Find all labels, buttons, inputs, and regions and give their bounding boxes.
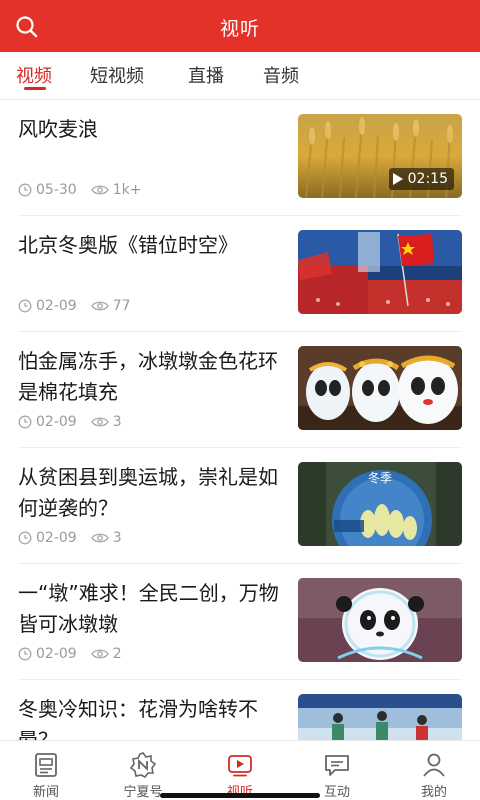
item-meta: 05-30 1k+ xyxy=(18,180,141,200)
nav-news[interactable]: 新闻 xyxy=(6,741,86,800)
item-thumbnail[interactable] xyxy=(298,694,462,740)
item-meta: 02-09 2 xyxy=(18,644,122,664)
nav-label: 我的 xyxy=(420,785,447,800)
item-title: 一“墩”难求！全民二创，万物皆可冰墩墩 xyxy=(18,581,279,636)
clock-icon xyxy=(18,647,32,661)
eye-icon xyxy=(90,185,109,195)
thumb-caption: 冬季 xyxy=(368,470,392,485)
video-list: 风吹麦浪 05-30 1k+ 02:15 北京冬奥版《错位时空》 02-09 7… xyxy=(0,100,480,740)
item-thumbnail[interactable]: 冬季 xyxy=(298,462,462,546)
item-meta: 02-09 3 xyxy=(18,528,122,548)
duration-text: 02:15 xyxy=(407,171,448,187)
item-title: 怕金属冻手，冰墩墩金色花环是棉花填充 xyxy=(18,349,278,404)
item-date: 05-30 xyxy=(36,182,77,198)
item-thumbnail[interactable] xyxy=(298,578,462,662)
item-meta: 02-09 3 xyxy=(18,412,122,432)
eye-icon xyxy=(90,417,109,427)
nav-label: 新闻 xyxy=(32,785,59,800)
item-thumbnail[interactable]: 02:15 xyxy=(298,114,462,198)
chat-bubble-icon xyxy=(323,751,351,779)
list-item[interactable]: 从贫困县到奥运城，崇礼是如何逆袭的？ 02-09 3 冬季 xyxy=(0,448,480,564)
list-item[interactable]: 一“墩”难求！全民二创，万物皆可冰墩墩 02-09 2 xyxy=(0,564,480,680)
item-title: 风吹麦浪 xyxy=(18,117,98,141)
channel-tabs: 视频 短视频 直播 音频 xyxy=(0,52,480,100)
clock-icon xyxy=(18,183,32,197)
nav-ningxia-hao[interactable]: 宁夏号 xyxy=(103,741,183,800)
clock-icon xyxy=(18,531,32,545)
item-date: 02-09 xyxy=(36,646,77,662)
newspaper-icon xyxy=(32,751,60,779)
item-views: 1k+ xyxy=(112,182,142,198)
clock-icon xyxy=(18,299,32,313)
item-title: 冬奥冷知识：花滑为啥转不晕？ xyxy=(18,697,258,740)
nav-interaction[interactable]: 互动 xyxy=(297,741,377,800)
list-item[interactable]: 北京冬奥版《错位时空》 02-09 77 xyxy=(0,216,480,332)
clock-icon xyxy=(18,415,32,429)
list-item[interactable]: 怕金属冻手，冰墩墩金色花环是棉花填充 02-09 3 xyxy=(0,332,480,448)
item-views: 77 xyxy=(112,298,131,314)
tab-live[interactable]: 直播 xyxy=(188,62,224,88)
item-meta: 02-09 77 xyxy=(18,296,131,316)
list-item[interactable]: 风吹麦浪 05-30 1k+ 02:15 xyxy=(0,100,480,216)
eye-icon xyxy=(90,649,109,659)
eye-icon xyxy=(90,301,109,311)
app-header: 视听 xyxy=(0,0,480,52)
video-duration: 02:15 xyxy=(388,168,454,190)
video-play-icon xyxy=(226,751,254,779)
item-views: 3 xyxy=(112,530,122,546)
item-date: 02-09 xyxy=(36,414,77,430)
item-thumbnail[interactable] xyxy=(298,346,462,430)
play-icon xyxy=(392,173,403,185)
item-date: 02-09 xyxy=(36,530,77,546)
item-date: 02-09 xyxy=(36,298,77,314)
eye-icon xyxy=(90,533,109,543)
home-indicator xyxy=(160,793,320,798)
tab-audio[interactable]: 音频 xyxy=(263,62,299,88)
bottom-tab-bar: 新闻 宁夏号 视听 互动 我的 xyxy=(0,740,480,800)
item-title: 从贫困县到奥运城，崇礼是如何逆袭的？ xyxy=(18,465,278,520)
nav-profile[interactable]: 我的 xyxy=(394,741,474,800)
item-views: 2 xyxy=(112,646,122,662)
active-tab-indicator xyxy=(24,87,46,90)
tab-video[interactable]: 视频 xyxy=(16,62,52,88)
page-title: 视听 xyxy=(219,18,260,40)
nav-audiovisual[interactable]: 视听 xyxy=(200,741,280,800)
tab-short-video[interactable]: 短视频 xyxy=(90,62,144,88)
list-item[interactable]: 冬奥冷知识：花滑为啥转不晕？ xyxy=(0,680,480,740)
item-thumbnail[interactable] xyxy=(298,230,462,314)
user-icon xyxy=(420,751,448,779)
item-title: 北京冬奥版《错位时空》 xyxy=(18,233,238,257)
item-views: 3 xyxy=(112,414,122,430)
badge-n-icon xyxy=(129,751,157,779)
